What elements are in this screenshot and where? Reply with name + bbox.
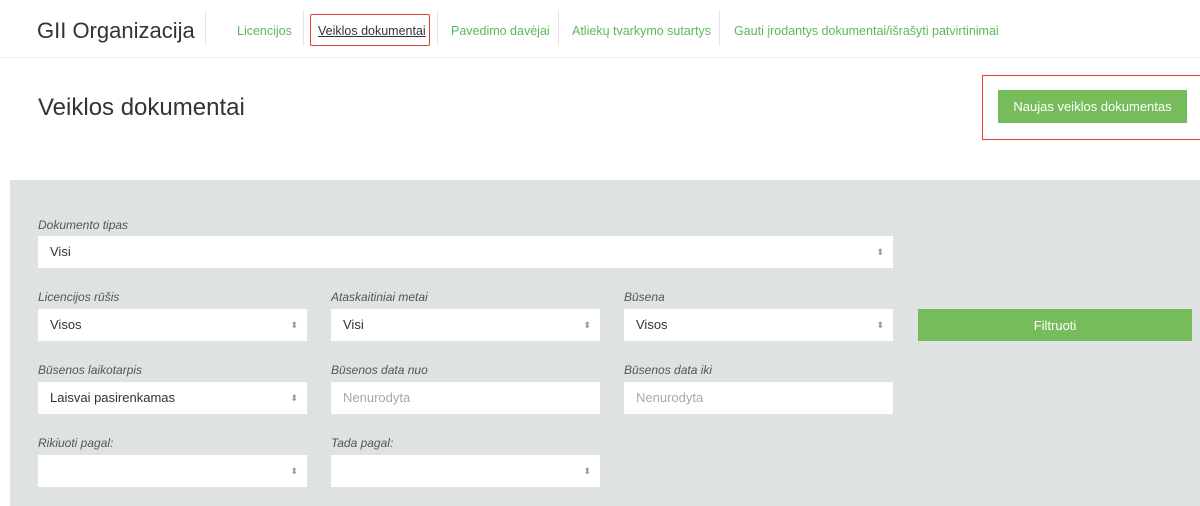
select-arrows-icon: ⬍	[876, 247, 884, 257]
page-title: Veiklos dokumentai	[38, 94, 245, 121]
nav-divider	[205, 10, 206, 46]
select-arrows-icon: ⬍	[583, 320, 591, 330]
brand-title[interactable]: GII Organizacija	[37, 18, 195, 44]
busenos-laikotarpis-select[interactable]: Laisvai pasirenkamas ⬍	[38, 382, 307, 414]
label-tada-pagal: Tada pagal:	[331, 436, 394, 450]
select-arrows-icon: ⬍	[290, 320, 298, 330]
select-arrows-icon: ⬍	[583, 466, 591, 476]
label-busenos-data-iki: Būsenos data iki	[624, 363, 713, 377]
dokumento-tipas-select[interactable]: Visi ⬍	[38, 236, 893, 268]
ataskaitiniai-metai-select[interactable]: Visi ⬍	[331, 309, 600, 341]
new-document-button[interactable]: Naujas veiklos dokumentas	[998, 90, 1187, 123]
tada-pagal-select[interactable]: ⬍	[331, 455, 600, 487]
licencijos-rusis-select[interactable]: Visos ⬍	[38, 309, 307, 341]
filter-button[interactable]: Filtruoti	[918, 309, 1192, 341]
nav-divider	[719, 10, 720, 46]
nav-divider	[303, 10, 304, 46]
select-arrows-icon: ⬍	[290, 393, 298, 403]
label-rikiuoti-pagal: Rikiuoti pagal:	[38, 436, 114, 450]
nav-item-pavedimo-davejai[interactable]: Pavedimo davėjai	[451, 24, 550, 38]
busenos-data-iki-input[interactable]: Nenurodyta	[624, 382, 893, 414]
label-ataskaitiniai-metai: Ataskaitiniai metai	[331, 290, 428, 304]
busena-value: Visos	[636, 317, 668, 332]
busenos-data-nuo-input[interactable]: Nenurodyta	[331, 382, 600, 414]
label-dokumento-tipas: Dokumento tipas	[38, 218, 129, 232]
nav-divider	[437, 10, 438, 46]
select-arrows-icon: ⬍	[290, 466, 298, 476]
label-busena: Būsena	[624, 290, 665, 304]
nav-divider	[558, 10, 559, 46]
busenos-data-iki-placeholder: Nenurodyta	[636, 390, 704, 405]
licencijos-rusis-value: Visos	[50, 317, 82, 332]
label-licencijos-rusis: Licencijos rūšis	[38, 290, 120, 304]
label-busenos-data-nuo: Būsenos data nuo	[331, 363, 428, 377]
dokumento-tipas-value: Visi	[50, 244, 71, 259]
select-arrows-icon: ⬍	[876, 320, 884, 330]
top-navbar: GII Organizacija Licencijos Veiklos doku…	[0, 0, 1200, 58]
label-busenos-laikotarpis: Būsenos laikotarpis	[38, 363, 143, 377]
busena-select[interactable]: Visos ⬍	[624, 309, 893, 341]
nav-item-atlieku-sutartys[interactable]: Atliekų tvarkymo sutartys	[572, 24, 711, 38]
nav-item-gauti-dokumentai[interactable]: Gauti įrodantys dokumentai/išrašyti patv…	[734, 24, 999, 38]
busenos-data-nuo-placeholder: Nenurodyta	[343, 390, 411, 405]
nav-item-veiklos-dokumentai[interactable]: Veiklos dokumentai	[318, 24, 426, 38]
rikiuoti-pagal-select[interactable]: ⬍	[38, 455, 307, 487]
busenos-laikotarpis-value: Laisvai pasirenkamas	[50, 390, 176, 405]
ataskaitiniai-metai-value: Visi	[343, 317, 364, 332]
nav-item-licencijos[interactable]: Licencijos	[237, 24, 292, 38]
